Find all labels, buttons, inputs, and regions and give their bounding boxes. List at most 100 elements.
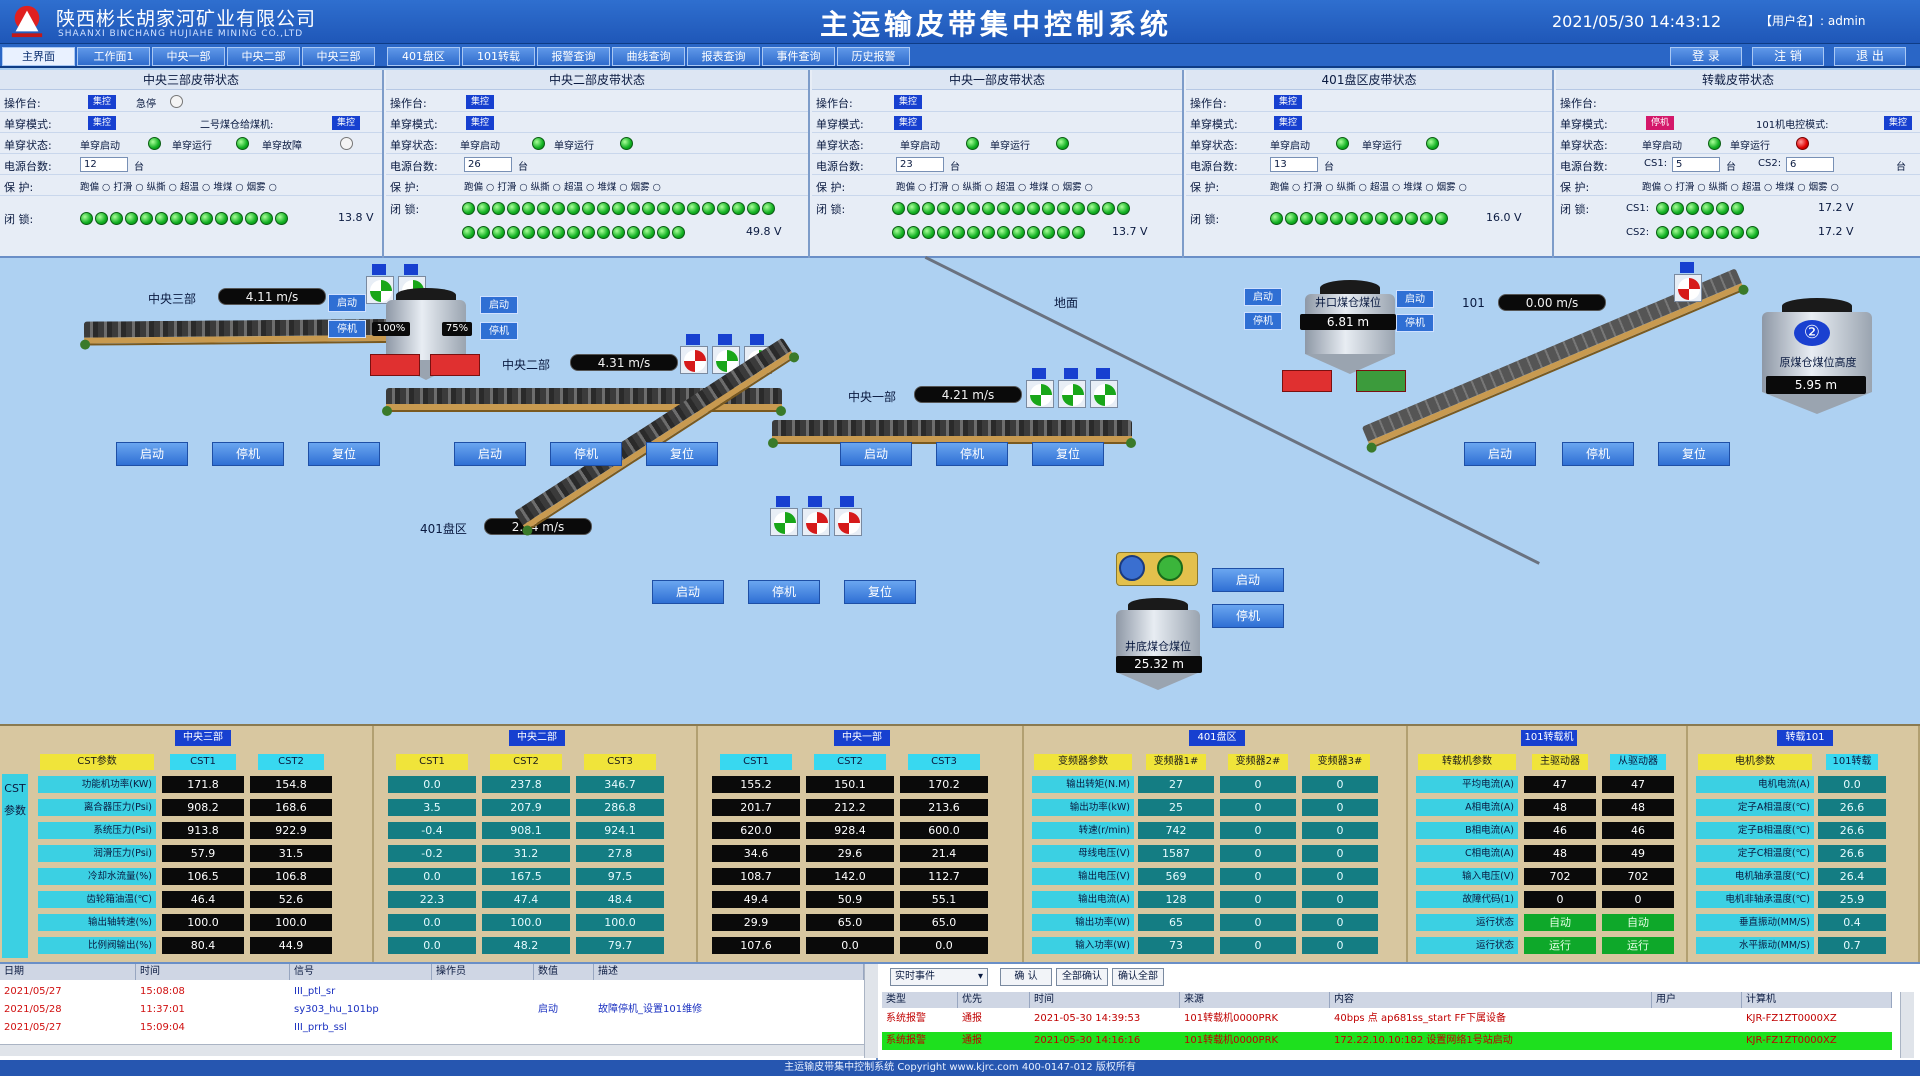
belt401-start-button[interactable]: 启动	[652, 580, 724, 604]
belt2-reset-button[interactable]: 复位	[646, 442, 718, 466]
belt101-stop-button[interactable]: 停机	[1562, 442, 1634, 466]
alarm-log-header[interactable]: 优先	[958, 992, 1030, 1008]
motor-count-field[interactable]: 13	[1270, 157, 1318, 172]
tab-central-2[interactable]: 中央二部	[227, 47, 300, 66]
page-title: 主运输皮带集中控制系统	[820, 8, 1173, 41]
state-start-label: 单穿启动	[80, 141, 120, 152]
belt1-reset-button[interactable]: 复位	[1032, 442, 1104, 466]
alarm-log-cell: 172.22.10.10:182 设置网络1号站启动	[1334, 1035, 1513, 1046]
param-row-label: 运行状态	[1416, 937, 1518, 954]
feeder-machine	[1116, 552, 1198, 586]
alarm-log-header[interactable]: 来源	[1180, 992, 1330, 1008]
belt2-stop-button[interactable]: 停机	[550, 442, 622, 466]
event-log-header[interactable]: 时间	[136, 964, 290, 980]
fan-icon[interactable]	[1674, 274, 1702, 302]
op-label: 操作台:	[4, 97, 41, 110]
lock-label: 闭 锁:	[816, 203, 846, 216]
tab-alarm-query[interactable]: 报警查询	[537, 47, 610, 66]
protect-options: 跑偏 ○ 打滑 ○ 纵撕 ○ 超温 ○ 堆煤 ○ 烟雾 ○	[80, 182, 277, 193]
silo-start-button-right[interactable]: 启动	[480, 296, 518, 314]
motor-count-field[interactable]: 23	[896, 157, 944, 172]
param-value: 0	[1220, 799, 1296, 816]
cs2-count-field[interactable]: 6	[1786, 157, 1834, 172]
silo-stop-button-right[interactable]: 停机	[480, 322, 518, 340]
event-log-header[interactable]: 描述	[594, 964, 864, 980]
well-stop-button[interactable]: 停机	[1244, 312, 1282, 330]
event-log-header[interactable]: 日期	[0, 964, 136, 980]
fan-icon[interactable]	[802, 508, 830, 536]
tab-curve-query[interactable]: 曲线查询	[612, 47, 685, 66]
tab-401[interactable]: 401盘区	[387, 47, 460, 66]
well-silo-label: 井口煤仓煤位	[1315, 296, 1381, 309]
belt401-stop-button[interactable]: 停机	[748, 580, 820, 604]
fan-icon[interactable]	[770, 508, 798, 536]
param-value: 65	[1138, 914, 1214, 931]
menu-bar: 主界面 工作面1 中央一部 中央二部 中央三部 401盘区 101转载 报警查询…	[0, 44, 1920, 68]
alarm-log-header[interactable]: 时间	[1030, 992, 1180, 1008]
fan-icon[interactable]	[680, 346, 708, 374]
alarm-filter-select[interactable]: 实时事件 ▾	[890, 968, 988, 986]
event-log-scrollbar[interactable]	[0, 1044, 864, 1056]
event-log-cell	[432, 984, 534, 1000]
alarm-log-scrollbar[interactable]	[1900, 992, 1914, 1058]
event-log-vscrollbar[interactable]	[864, 964, 878, 1058]
alarm-log-header[interactable]: 用户	[1652, 992, 1742, 1008]
alarm-log-header[interactable]: 类型	[882, 992, 958, 1008]
fan-icon[interactable]	[1026, 380, 1054, 408]
feeder-right[interactable]	[430, 354, 480, 376]
motor-count-field[interactable]: 12	[80, 157, 128, 172]
event-log-header[interactable]: 操作员	[432, 964, 534, 980]
alarm-action-button[interactable]: 确 认	[1000, 968, 1052, 986]
belt101-start-button[interactable]: 启动	[1464, 442, 1536, 466]
fan-icon[interactable]	[1058, 380, 1086, 408]
belt3-stop-button[interactable]: 停机	[212, 442, 284, 466]
tab-event-query[interactable]: 事件查询	[762, 47, 835, 66]
tab-report-query[interactable]: 报表查询	[687, 47, 760, 66]
tab-main[interactable]: 主界面	[2, 47, 75, 66]
alarm-log-header[interactable]: 计算机	[1742, 992, 1892, 1008]
silo-start-button[interactable]: 启动	[328, 294, 366, 312]
logout-button[interactable]: 注 销	[1752, 47, 1824, 66]
event-log-header[interactable]: 信号	[290, 964, 432, 980]
param-value: 31.2	[482, 845, 570, 862]
tab-101[interactable]: 101转载	[462, 47, 535, 66]
motor-count-field[interactable]: 26	[464, 157, 512, 172]
event-log-header[interactable]: 数值	[534, 964, 594, 980]
param-row-label: C相电流(A)	[1416, 845, 1518, 862]
fan-icon[interactable]	[834, 508, 862, 536]
state-label: 单穿状态:	[1190, 139, 1238, 152]
mode-label: 单穿模式:	[1190, 118, 1238, 131]
well-start-button[interactable]: 启动	[1244, 288, 1282, 306]
belt2-start-button[interactable]: 启动	[454, 442, 526, 466]
param-row-label: 电机轴承温度(℃)	[1696, 868, 1814, 885]
belt1-start-button[interactable]: 启动	[840, 442, 912, 466]
tab-central-1[interactable]: 中央一部	[152, 47, 225, 66]
exit-button[interactable]: 退 出	[1834, 47, 1906, 66]
fan-icon[interactable]	[1090, 380, 1118, 408]
param-row-label: 母线电压(V)	[1032, 845, 1134, 862]
cs1-count-field[interactable]: 5	[1672, 157, 1720, 172]
tab-central-3[interactable]: 中央三部	[302, 47, 375, 66]
tab-workface1[interactable]: 工作面1	[77, 47, 150, 66]
silo-stop-button[interactable]: 停机	[328, 320, 366, 338]
well-stop-button-right[interactable]: 停机	[1396, 314, 1434, 332]
alarm-action-button[interactable]: 全部确认	[1056, 968, 1108, 986]
feeder-start-button[interactable]: 启动	[1212, 568, 1284, 592]
belt3-start-button[interactable]: 启动	[116, 442, 188, 466]
belt3-reset-button[interactable]: 复位	[308, 442, 380, 466]
yard-silo-label: 原煤仓煤位高度	[1779, 356, 1857, 369]
well-feeder-right[interactable]	[1356, 370, 1406, 392]
login-button[interactable]: 登 录	[1670, 47, 1742, 66]
alarm-log-header[interactable]: 内容	[1330, 992, 1652, 1008]
belt1-stop-button[interactable]: 停机	[936, 442, 1008, 466]
well-feeder-left[interactable]	[1282, 370, 1332, 392]
well-start-button-right[interactable]: 启动	[1396, 290, 1434, 308]
feeder-stop-button[interactable]: 停机	[1212, 604, 1284, 628]
tab-history-alarm[interactable]: 历史报警	[837, 47, 910, 66]
belt401-reset-button[interactable]: 复位	[844, 580, 916, 604]
alarm-action-button[interactable]: 确认全部	[1112, 968, 1164, 986]
belt101-reset-button[interactable]: 复位	[1658, 442, 1730, 466]
lock-label: 闭 锁:	[4, 213, 34, 226]
feeder-left[interactable]	[370, 354, 420, 376]
state-start-light	[1336, 137, 1349, 150]
